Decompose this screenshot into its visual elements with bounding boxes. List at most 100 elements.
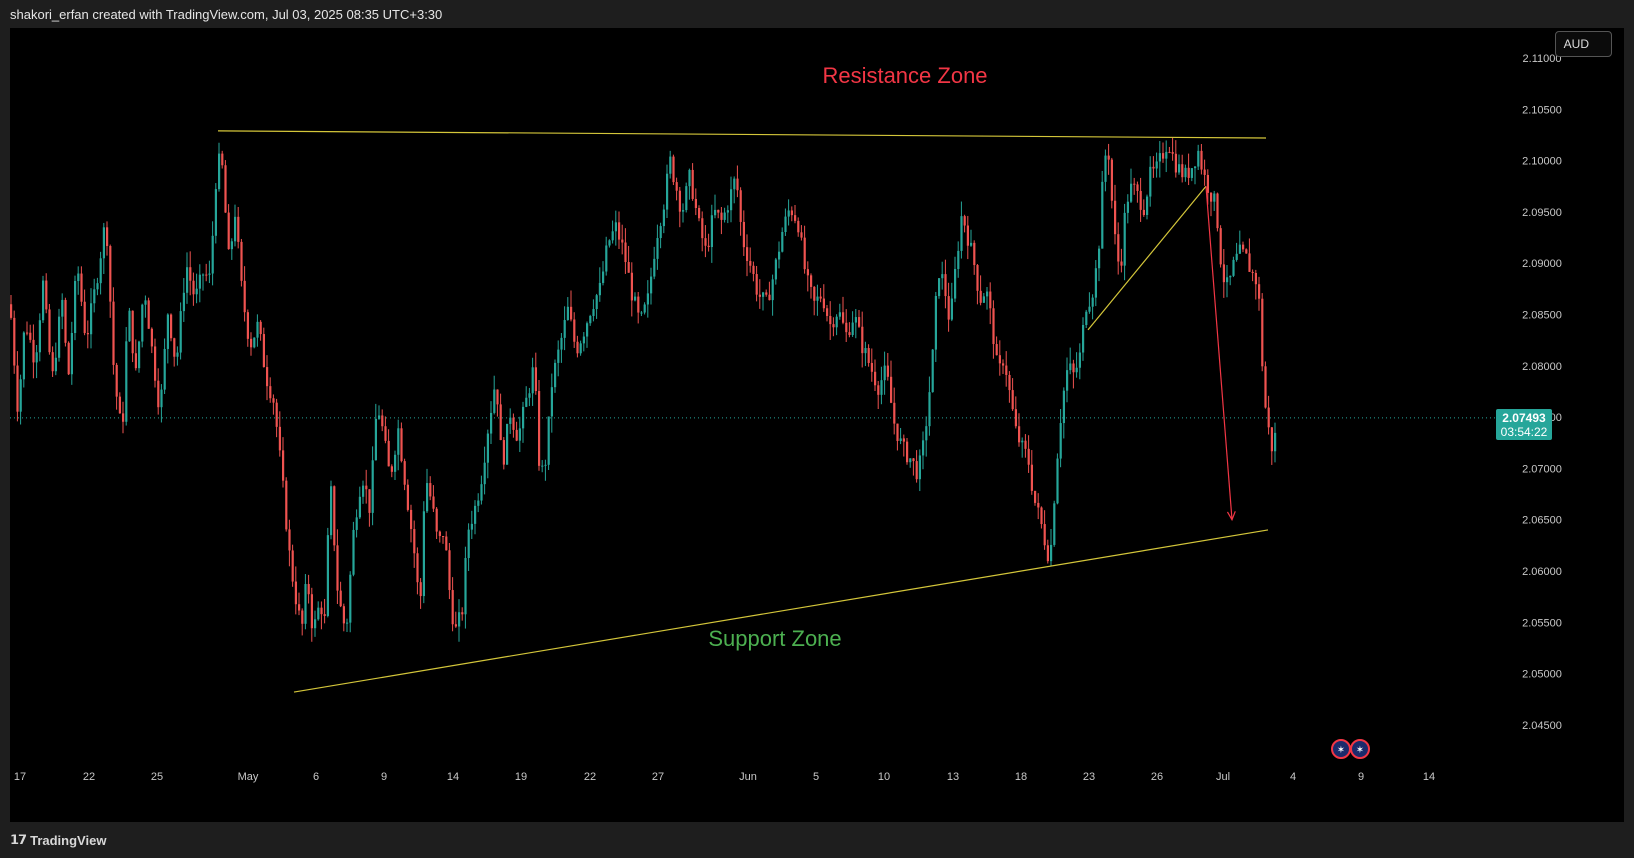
candle-body xyxy=(778,251,781,260)
candle-body xyxy=(646,293,649,305)
candle-body xyxy=(109,246,112,302)
economic-events[interactable]: ✶ ✶ xyxy=(1331,739,1370,759)
candle-body xyxy=(320,607,323,615)
candle-body xyxy=(131,310,134,354)
candle-body xyxy=(925,426,928,441)
candle-body xyxy=(182,292,185,312)
australia-flag-icon[interactable]: ✶ xyxy=(1350,739,1370,759)
candle-body xyxy=(1165,151,1168,159)
candle-body xyxy=(698,208,701,219)
time-tick-label: 13 xyxy=(947,771,959,783)
candle-body xyxy=(349,574,352,623)
candle-body xyxy=(1238,244,1241,254)
price-tick-label: 2.05500 xyxy=(1522,617,1562,629)
candle-body xyxy=(522,406,525,429)
candle-body xyxy=(1002,363,1005,366)
candle-body xyxy=(342,606,345,624)
candle-body xyxy=(240,241,243,281)
candle-body xyxy=(358,496,361,518)
candle-body xyxy=(733,178,736,190)
candle-body xyxy=(22,332,25,380)
candle-body xyxy=(816,296,819,301)
candle-body xyxy=(205,274,208,276)
candle-body xyxy=(1200,150,1203,170)
candle-body xyxy=(1008,374,1011,391)
candle-body xyxy=(835,316,838,328)
currency-button[interactable]: AUD xyxy=(1554,31,1612,57)
candle-body xyxy=(899,438,902,441)
candle-body xyxy=(1072,363,1075,373)
candle-body xyxy=(957,250,960,269)
candle-body xyxy=(278,426,281,451)
candle-body xyxy=(653,258,656,277)
tradingview-brand[interactable]: 𝟭𝟳 TradingView xyxy=(10,832,106,848)
resistance-zone-label: Resistance Zone xyxy=(822,63,987,88)
chart-frame[interactable]: Resistance Zone Support Zone 2.11000 2.10… xyxy=(10,28,1624,822)
candle-body xyxy=(528,393,531,398)
candle-body xyxy=(122,413,125,422)
candle-body xyxy=(525,397,528,407)
candle-body xyxy=(403,461,406,485)
price-tick-label: 2.06000 xyxy=(1522,566,1562,578)
candle-body xyxy=(352,529,355,575)
candle-body xyxy=(496,389,499,405)
candle-body xyxy=(624,242,627,263)
candle-body xyxy=(163,348,166,390)
candle-body xyxy=(16,365,19,412)
candle-body xyxy=(1203,169,1206,175)
candle-body xyxy=(637,296,640,313)
candle-body xyxy=(1146,196,1149,215)
candle-body xyxy=(259,321,262,335)
candle-body xyxy=(93,289,96,304)
candle-body xyxy=(934,296,937,350)
candle-body xyxy=(1235,253,1238,260)
candle-body xyxy=(1264,366,1267,408)
candle-body xyxy=(515,429,518,441)
candle-body xyxy=(378,415,381,419)
candle-body xyxy=(282,450,285,481)
candle-body xyxy=(960,216,963,251)
candle-body xyxy=(749,260,752,266)
candle-body xyxy=(518,428,521,441)
time-tick-label: 9 xyxy=(381,771,387,783)
candle-body xyxy=(1062,390,1065,424)
candle-body xyxy=(890,376,893,403)
candle-body xyxy=(1021,440,1024,443)
candle-body xyxy=(157,380,160,408)
candle-body xyxy=(371,460,374,513)
candle-body xyxy=(1254,272,1257,285)
candle-body xyxy=(323,614,326,616)
candle-body xyxy=(710,215,713,248)
australia-flag-icon[interactable]: ✶ xyxy=(1331,739,1351,759)
candle-body xyxy=(192,280,195,295)
candle-body xyxy=(467,529,470,559)
candle-body xyxy=(858,317,861,327)
candle-body xyxy=(672,156,675,183)
candle-body xyxy=(1101,181,1104,249)
candle-body xyxy=(1030,464,1033,491)
candle-body xyxy=(54,357,57,372)
candle-body xyxy=(666,173,669,210)
candle-body xyxy=(826,308,829,316)
candle-body xyxy=(45,280,48,310)
candle-body xyxy=(854,317,857,323)
candle-body xyxy=(90,303,93,335)
price-axis[interactable]: 2.110002.105002.100002.095002.090002.085… xyxy=(1522,53,1562,732)
candle-body xyxy=(294,581,297,605)
price-chart[interactable]: Resistance Zone Support Zone 2.110002.10… xyxy=(10,28,1624,822)
candle-body xyxy=(1229,275,1232,278)
candle-body xyxy=(266,367,269,387)
candle-body xyxy=(794,215,797,221)
candle-body xyxy=(1155,161,1158,169)
candle-body xyxy=(198,274,201,289)
candle-body xyxy=(602,271,605,283)
candle-body xyxy=(1050,544,1053,562)
candle-body xyxy=(464,558,467,615)
candle-body xyxy=(579,343,582,354)
time-axis[interactable]: 17 22 25 May 6 9 14 19 22 27 Jun 5 10 13 18 23 26 Jul 4 9 14 xyxy=(14,771,1435,783)
candle-body xyxy=(1187,167,1190,178)
candle-body xyxy=(541,465,544,467)
candle-body xyxy=(781,232,784,252)
time-tick-label: 14 xyxy=(1423,771,1435,783)
candle-body xyxy=(1139,190,1142,210)
